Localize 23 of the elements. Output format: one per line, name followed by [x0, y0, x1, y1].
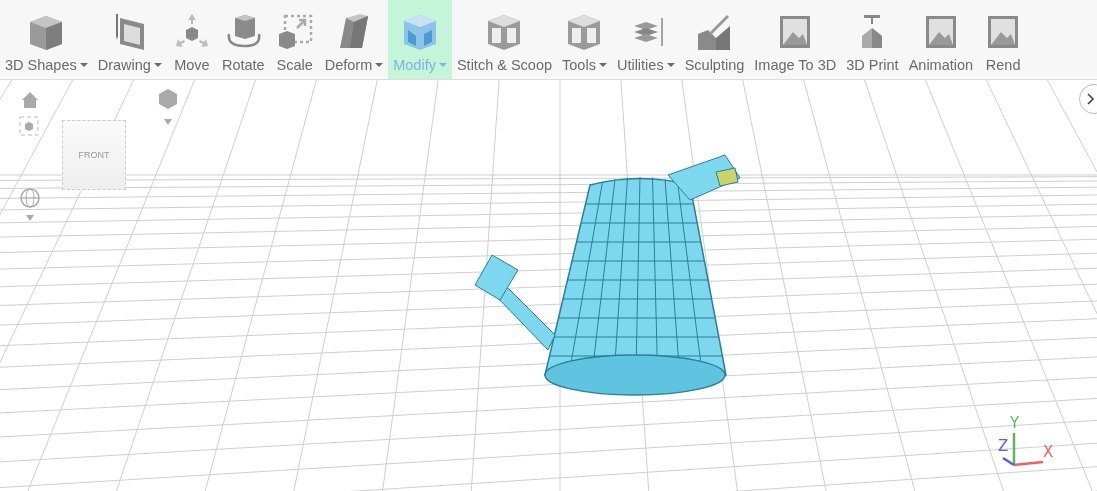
home-icon[interactable]: [20, 90, 40, 110]
toolbar-button[interactable]: Rotate: [216, 0, 270, 79]
toolbar-button[interactable]: 3D Shapes: [0, 0, 93, 79]
x-axis-label: X: [1043, 443, 1054, 461]
toolbar-button[interactable]: Animation: [903, 0, 979, 79]
toolbar-button[interactable]: Scale: [269, 0, 320, 79]
toolbar-button[interactable]: Sculpting: [679, 0, 750, 79]
y-axis-label: Y: [1010, 414, 1020, 432]
toolbar-button[interactable]: Drawing: [92, 0, 167, 79]
z-axis-label: Z: [998, 437, 1009, 455]
toolbar-button[interactable]: Move: [166, 0, 217, 79]
toolbar-button[interactable]: Deform: [319, 0, 389, 79]
view-cube[interactable]: FRONT: [62, 120, 126, 190]
watering-can-model[interactable]: [474, 154, 741, 396]
toolbar-button[interactable]: Image To 3D: [749, 0, 842, 79]
globe-icon[interactable]: [18, 187, 42, 223]
fit-view-icon[interactable]: [18, 115, 40, 137]
toolbar-button[interactable]: Tools: [557, 0, 612, 79]
toolbar-button[interactable]: Rend: [978, 0, 1029, 79]
toolbar-button[interactable]: Utilities: [611, 0, 680, 79]
toolbar-button[interactable]: 3D Print: [841, 0, 904, 79]
chevron-icon: [1086, 93, 1096, 105]
toolbar-button[interactable]: Stitch & Scoop: [451, 0, 558, 79]
